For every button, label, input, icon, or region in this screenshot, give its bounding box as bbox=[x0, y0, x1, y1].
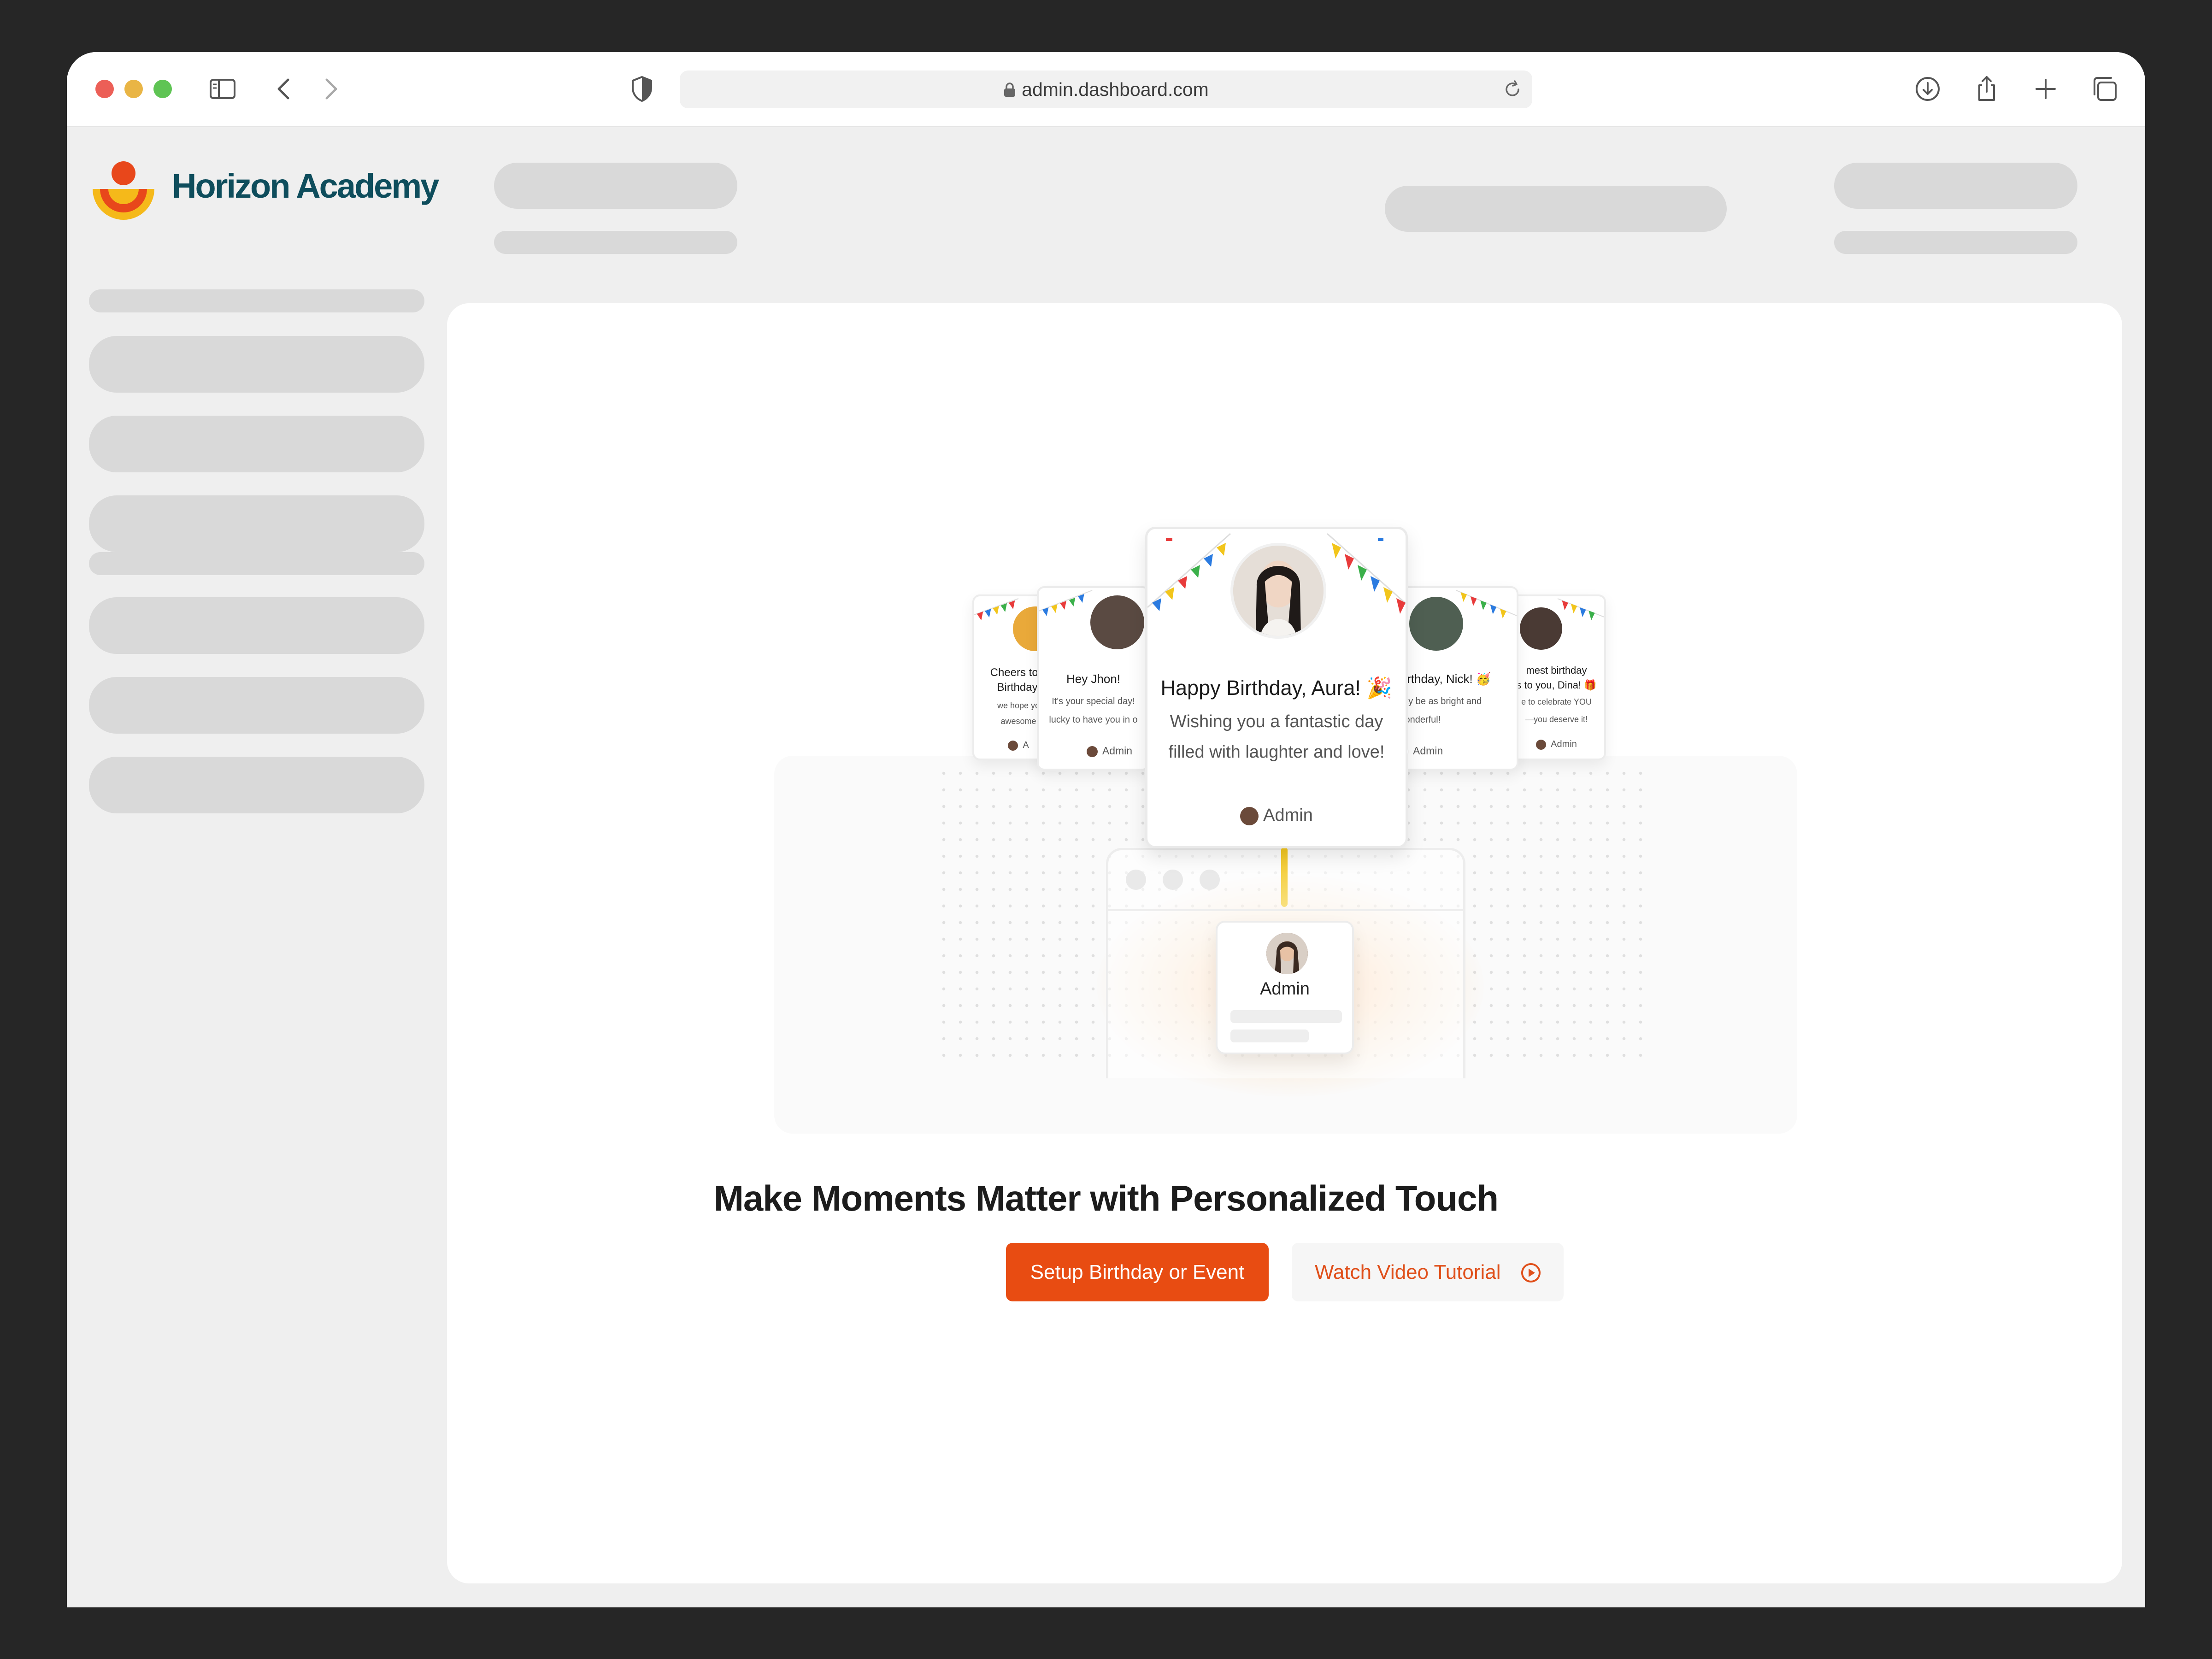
header-title-skeleton bbox=[494, 163, 737, 209]
chevron-right-icon[interactable] bbox=[313, 71, 348, 106]
chevron-left-icon[interactable] bbox=[267, 71, 302, 106]
browser-toolbar: admin.dashboard.com bbox=[67, 52, 2145, 127]
mock-window-dot bbox=[1200, 870, 1220, 890]
card-message: day be as bright and wonderful! bbox=[1398, 696, 1482, 725]
brand-name: Horizon Academy bbox=[172, 167, 439, 205]
connector-line bbox=[1281, 847, 1288, 907]
reload-icon[interactable] bbox=[1502, 79, 1523, 100]
sender-avatar bbox=[1240, 806, 1259, 825]
text-placeholder bbox=[1230, 1010, 1342, 1023]
avatar bbox=[1518, 606, 1564, 652]
lock-icon bbox=[1004, 82, 1016, 97]
sender-avatar bbox=[1536, 739, 1547, 750]
url-text: admin.dashboard.com bbox=[1022, 79, 1209, 100]
sidebar-item-skeleton bbox=[89, 416, 424, 472]
card-title: Birthday, Nick! 🥳 bbox=[1396, 672, 1491, 686]
share-icon[interactable] bbox=[1969, 71, 2004, 106]
watch-video-tutorial-button[interactable]: Watch Video Tutorial bbox=[1292, 1243, 1564, 1301]
card-message: It's your special day! lucky to have you … bbox=[1049, 696, 1138, 725]
sidebar-item-skeleton bbox=[89, 677, 424, 734]
card-message: Wishing you a fantastic day filled with … bbox=[1168, 712, 1385, 762]
birthday-card-left: Hey Jhon! It's your special day! lucky to… bbox=[1037, 586, 1150, 771]
card-title: Happy Birthday, Aura! 🎉 bbox=[1160, 676, 1393, 700]
header-user-sub-skeleton bbox=[1834, 231, 2077, 254]
hero-headline: Make Moments Matter with Personalized To… bbox=[713, 1178, 1499, 1218]
sidebar-item-skeleton bbox=[89, 597, 424, 654]
sender-avatar bbox=[1008, 740, 1018, 751]
sidebar-heading-skeleton bbox=[89, 289, 424, 312]
avatar bbox=[1407, 595, 1465, 653]
card-sender: Admin bbox=[1394, 745, 1517, 757]
birthday-card-main: Happy Birthday, Aura! 🎉 Wishing you a fa… bbox=[1145, 527, 1408, 848]
birthday-card-right: Birthday, Nick! 🥳 day be as bright and wo… bbox=[1392, 586, 1518, 771]
sidebar-toggle-icon[interactable] bbox=[205, 71, 240, 106]
sidebar-item-skeleton bbox=[89, 495, 424, 552]
mock-window-divider bbox=[1108, 909, 1463, 911]
header-user-skeleton bbox=[1834, 163, 2077, 209]
horizon-academy-logo[interactable] bbox=[89, 160, 158, 225]
card-message: e to celebrate YOU —you deserve it! bbox=[1521, 697, 1592, 724]
tabs-overview-icon[interactable] bbox=[2087, 71, 2122, 106]
address-bar[interactable]: admin.dashboard.com bbox=[680, 71, 1532, 108]
header-subtitle-skeleton bbox=[494, 231, 737, 254]
sidebar-item-skeleton bbox=[89, 336, 424, 393]
sidebar-subitem-skeleton bbox=[89, 552, 424, 575]
plus-icon[interactable] bbox=[2028, 71, 2063, 106]
card-title: mest birthday s to you, Dina! 🎁 bbox=[1516, 665, 1597, 691]
url-display: admin.dashboard.com bbox=[680, 71, 1532, 108]
watch-video-label: Watch Video Tutorial bbox=[1315, 1261, 1501, 1283]
avatar bbox=[1088, 594, 1146, 651]
download-icon[interactable] bbox=[1910, 71, 1945, 106]
card-sender: Admin bbox=[1147, 806, 1406, 825]
play-circle-icon bbox=[1521, 1263, 1541, 1282]
sender-name: Admin bbox=[1260, 979, 1310, 999]
card-sender: Admin bbox=[1509, 739, 1604, 750]
mock-window-dot bbox=[1163, 870, 1183, 890]
avatar bbox=[1230, 543, 1326, 639]
sender-avatar bbox=[1086, 746, 1098, 757]
sender-profile-card: Admin bbox=[1216, 921, 1354, 1054]
sidebar-item-skeleton bbox=[89, 757, 424, 813]
card-sender: Admin bbox=[1039, 745, 1148, 757]
setup-birthday-button[interactable]: Setup Birthday or Event bbox=[1006, 1243, 1269, 1301]
minimize-window-button[interactable] bbox=[124, 80, 143, 98]
close-window-button[interactable] bbox=[95, 80, 114, 98]
shield-icon[interactable] bbox=[624, 71, 659, 106]
zoom-window-button[interactable] bbox=[153, 80, 172, 98]
card-title: Hey Jhon! bbox=[1066, 672, 1121, 686]
mock-window-dot bbox=[1126, 870, 1146, 890]
birthday-card-far-right: mest birthday s to you, Dina! 🎁 e to cele… bbox=[1507, 594, 1606, 760]
header-search-skeleton bbox=[1385, 186, 1727, 232]
text-placeholder bbox=[1230, 1030, 1309, 1042]
avatar bbox=[1266, 933, 1308, 974]
